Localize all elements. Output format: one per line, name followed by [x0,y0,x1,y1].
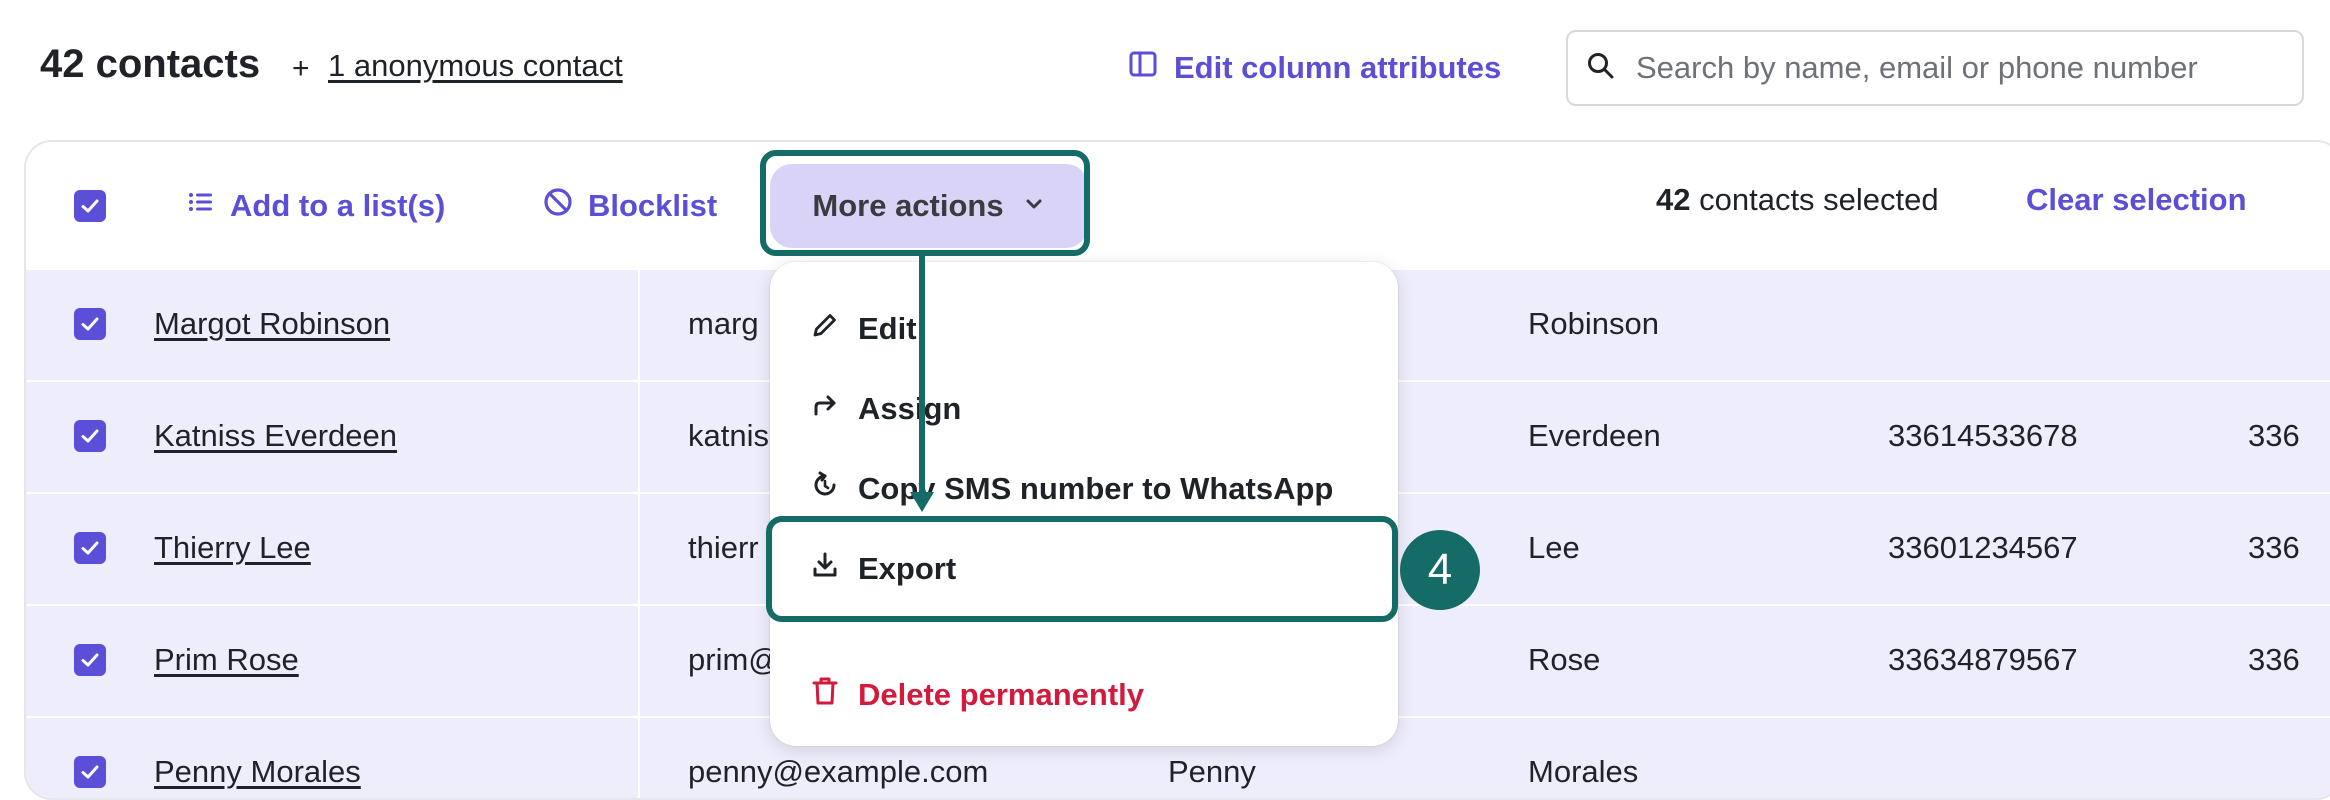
contact-lastname: Morales [1528,754,1639,789]
selected-count-suffix: contacts selected [1699,182,1939,217]
contact-lastname: Everdeen [1528,418,1661,453]
contact-phone-truncated: 336 [2248,642,2300,677]
checkmark-icon [81,317,99,331]
contact-email: penny@example.com [688,754,989,789]
trash-icon [810,675,840,715]
checkmark-icon [81,541,99,555]
contact-lastname: Robinson [1528,306,1659,341]
whatsapp-sync-icon [810,470,840,508]
clear-selection-button[interactable]: Clear selection [2026,182,2247,218]
menu-item-copy-sms-whatsapp[interactable]: Copy SMS number to WhatsApp [810,464,1333,514]
selected-count-number: 42 [1656,182,1691,217]
contact-name-link[interactable]: Margot Robinson [154,306,390,342]
contact-email: katnis [688,418,769,453]
share-arrow-icon [810,390,840,428]
contact-email: thierr [688,530,759,565]
checkmark-icon [81,765,99,779]
menu-item-delete-label: Delete permanently [858,677,1144,712]
contact-lastname: Lee [1528,530,1580,565]
contacts-count-title: 42 contacts [40,42,261,86]
column-divider [638,270,640,798]
contact-name-link[interactable]: Thierry Lee [154,530,311,566]
select-all-checkbox[interactable] [74,190,106,222]
blocklist-button[interactable]: Blocklist [542,182,717,230]
chevron-down-icon [1022,188,1046,224]
row-checkbox[interactable] [74,756,106,788]
search-input[interactable] [1634,49,2278,87]
row-checkbox[interactable] [74,532,106,564]
contact-firstname: Penny [1168,754,1256,789]
contact-sms: 33601234567 [1888,530,2078,565]
contact-sms: 33634879567 [1888,642,2078,677]
menu-item-export[interactable]: Export [810,544,956,594]
row-checkbox[interactable] [74,644,106,676]
block-icon [542,186,574,226]
selected-count-text: 42 contacts selected [1656,182,1939,218]
search-icon [1586,51,1616,86]
download-icon [810,550,840,588]
blocklist-label: Blocklist [588,188,718,223]
pencil-icon [810,310,840,348]
menu-item-delete-permanently[interactable]: Delete permanently [810,670,1144,720]
checkmark-icon [81,653,99,667]
row-checkbox[interactable] [74,420,106,452]
more-actions-button[interactable]: More actions [770,164,1088,248]
checkmark-icon [81,429,99,443]
search-box[interactable] [1566,30,2304,106]
checkmark-icon [81,199,99,213]
columns-icon [1128,49,1158,87]
step-number-badge: 4 [1400,530,1480,610]
contact-sms: 33614533678 [1888,418,2078,453]
list-icon [186,187,216,225]
more-actions-label: More actions [812,188,1004,223]
contact-name-link[interactable]: Katniss Everdeen [154,418,397,454]
bulk-actions-toolbar: Add to a list(s) Blocklist More actions … [26,142,2330,272]
contact-lastname: Rose [1528,642,1601,677]
contact-phone-truncated: 336 [2248,530,2300,565]
contact-phone-truncated: 336 [2248,418,2300,453]
annotation-arrow [910,252,934,512]
edit-column-attributes-label: Edit column attributes [1174,50,1502,85]
add-to-list-button[interactable]: Add to a list(s) [186,182,445,230]
contact-email: prim@ [688,642,780,677]
plus-sign: + [292,52,310,85]
anonymous-contact-link[interactable]: 1 anonymous contact [328,48,623,84]
contact-name-link[interactable]: Prim Rose [154,642,299,678]
contact-name-link[interactable]: Penny Morales [154,754,361,790]
row-checkbox[interactable] [74,308,106,340]
more-actions-menu: Edit Assign Copy SMS number to WhatsApp … [770,262,1398,746]
edit-column-attributes-button[interactable]: Edit column attributes [1128,42,1501,94]
menu-item-export-label: Export [858,551,957,586]
contact-email: marg [688,306,759,341]
add-to-list-label: Add to a list(s) [230,188,446,223]
